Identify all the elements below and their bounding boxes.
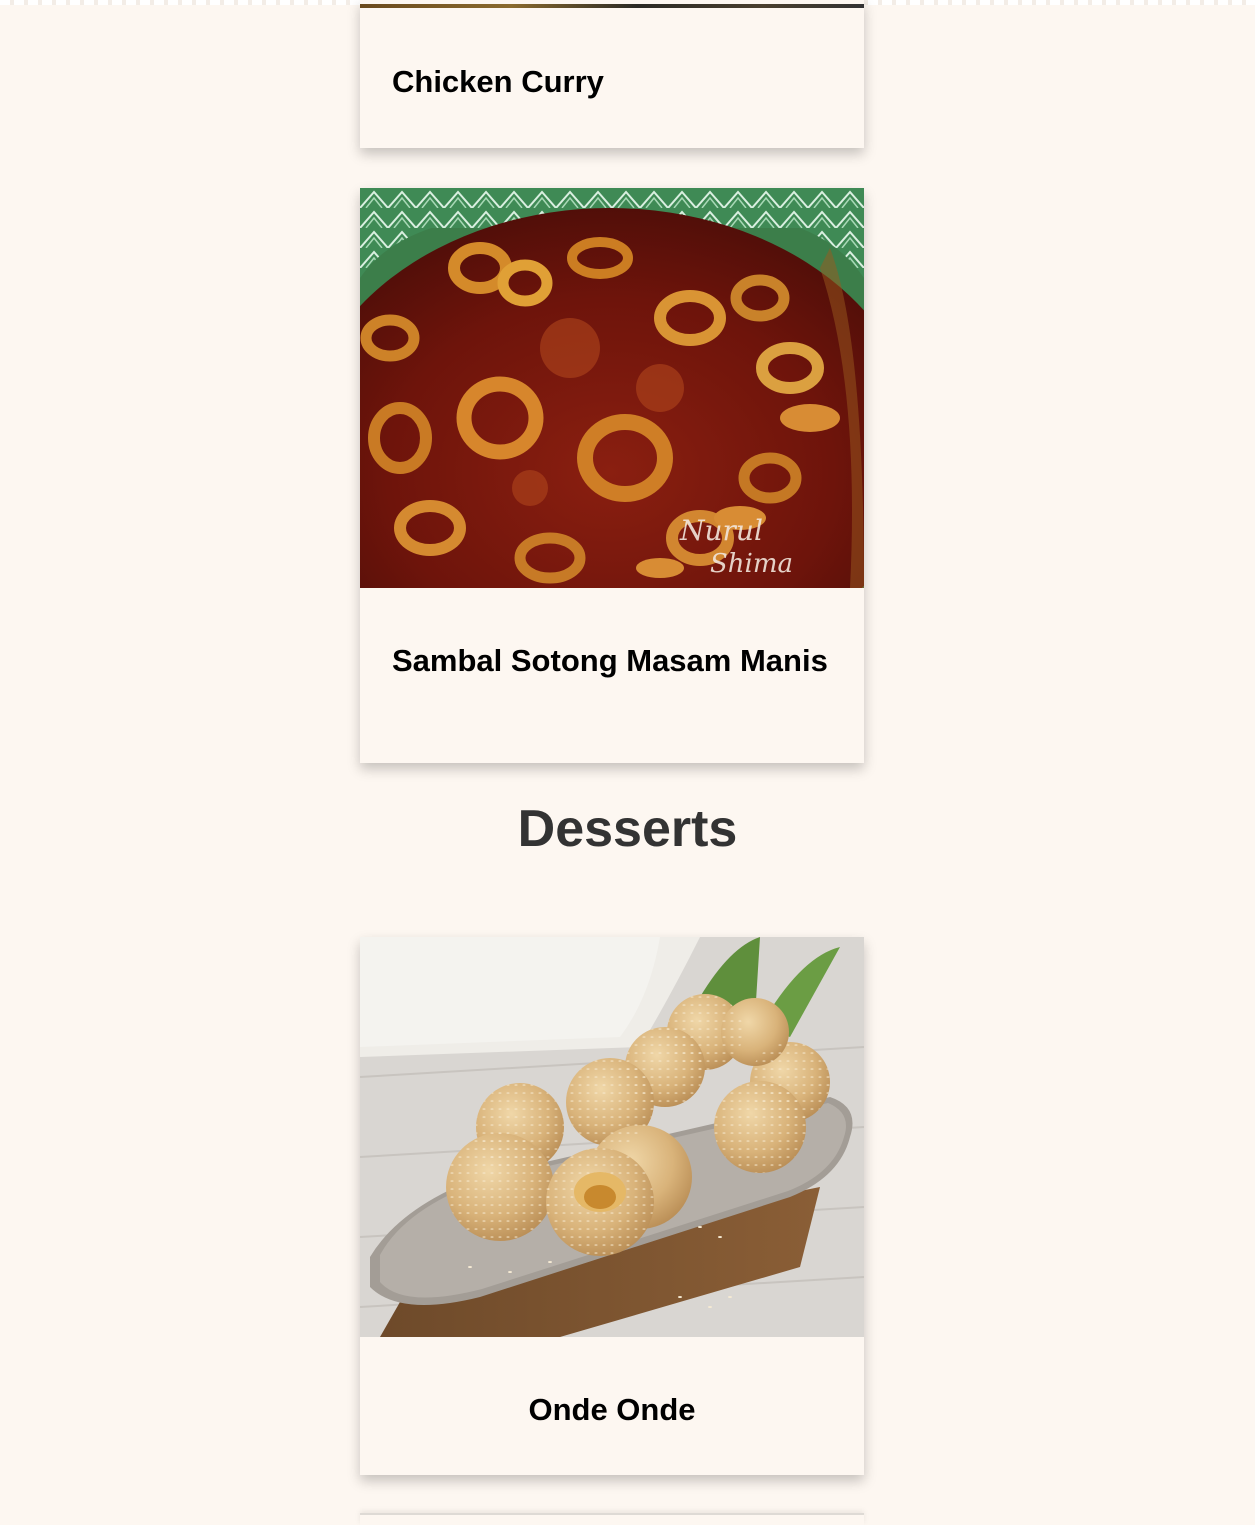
recipe-image-onde-onde: [360, 937, 864, 1337]
recipe-title: Onde Onde: [528, 1392, 696, 1427]
recipe-card-sambal-sotong[interactable]: Nurul Shima Sambal Sotong Masam Manis: [360, 188, 864, 763]
recipe-image-sambal-sotong: Nurul Shima: [360, 188, 864, 588]
recipe-card-chicken-curry[interactable]: Chicken Curry: [360, 0, 864, 148]
recipe-title: Sambal Sotong Masam Manis: [392, 643, 828, 678]
recipe-card-next[interactable]: [360, 1513, 864, 1525]
recipe-card-onde-onde[interactable]: Onde Onde: [360, 937, 864, 1475]
recipe-image-chicken-curry: [360, 4, 864, 8]
svg-text:Nurul: Nurul: [679, 514, 763, 547]
recipe-title: Chicken Curry: [392, 64, 604, 99]
svg-text:Shima: Shima: [710, 549, 793, 579]
section-heading-desserts: Desserts: [517, 800, 738, 858]
